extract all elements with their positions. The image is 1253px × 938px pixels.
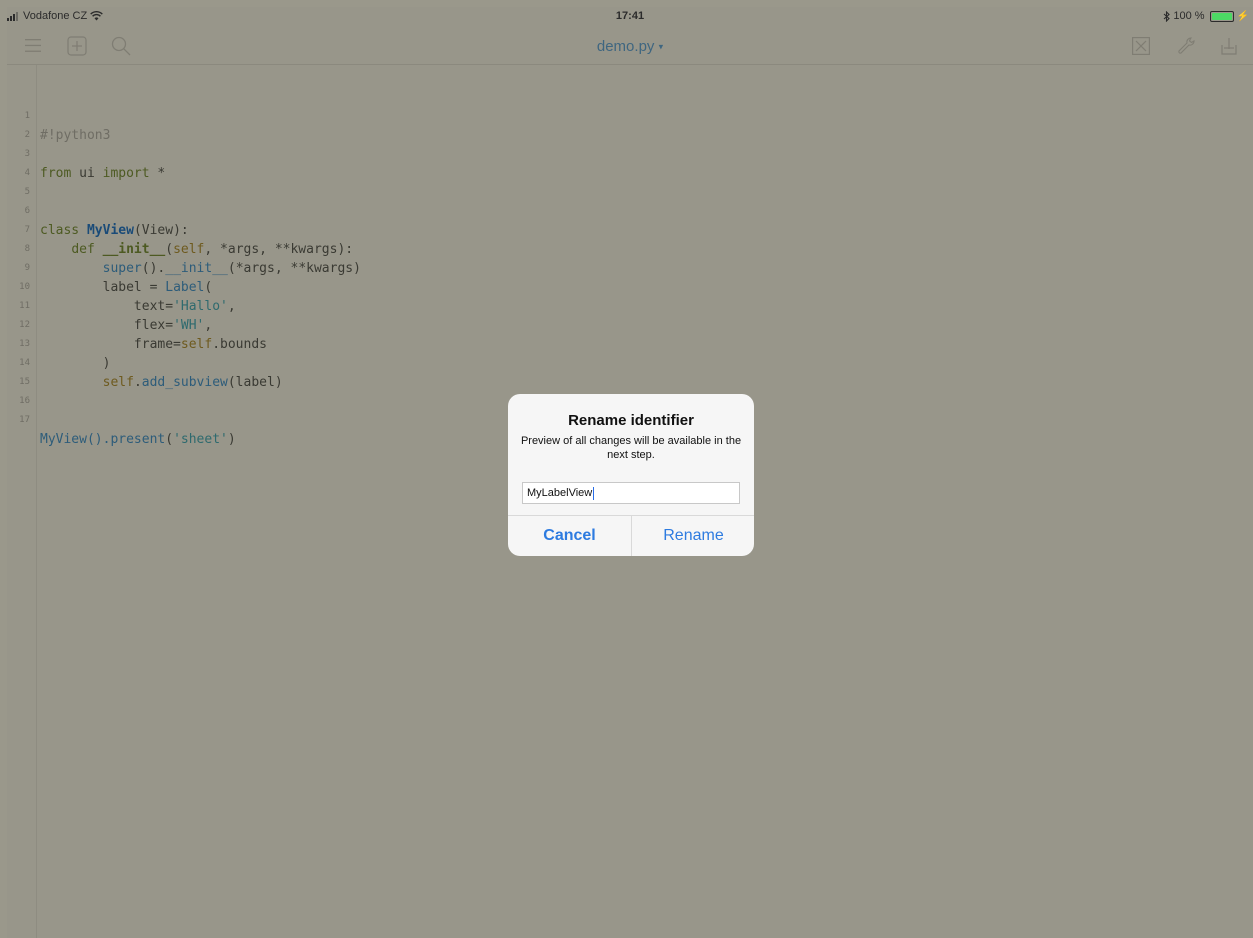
status-right: 100 % ⚡ bbox=[1163, 10, 1249, 22]
code-token: , bbox=[204, 318, 213, 333]
toolbar: demo.py ▾ bbox=[7, 27, 1253, 65]
code-token: self bbox=[173, 242, 205, 257]
code-token: def bbox=[71, 242, 103, 257]
code-token: label = bbox=[102, 280, 166, 295]
code-text: from ui import * bbox=[40, 164, 165, 183]
code-token: 'sheet' bbox=[173, 432, 228, 447]
code-token: ( bbox=[204, 280, 213, 295]
code-line: 2 bbox=[7, 107, 54, 140]
text-cursor bbox=[593, 486, 595, 500]
code-text: frame=self.bounds bbox=[40, 335, 267, 354]
code-token: MyView(). bbox=[40, 432, 111, 447]
code-line: 17 MyView().present('sheet') bbox=[7, 392, 236, 447]
charging-icon: ⚡ bbox=[1236, 10, 1249, 22]
code-line: 15 bbox=[7, 354, 54, 387]
code-token: , bbox=[227, 299, 236, 314]
code-token: . bbox=[133, 375, 142, 390]
code-text: super().__init__(*args, **kwargs) bbox=[40, 259, 361, 278]
dialog-message: Preview of all changes will be available… bbox=[520, 435, 742, 461]
identifier-input[interactable]: MyLabelView bbox=[522, 482, 740, 504]
code-token: __init__ bbox=[102, 242, 166, 257]
battery-icon bbox=[1209, 10, 1234, 22]
code-text: MyView().present('sheet') bbox=[40, 430, 236, 449]
code-token: __init__ bbox=[165, 261, 228, 276]
code-line: 9 label = Label( bbox=[7, 240, 213, 295]
code-line: 5 bbox=[7, 164, 54, 197]
code-token: ) bbox=[102, 356, 111, 371]
chevron-down-icon: ▾ bbox=[658, 41, 664, 52]
code-editor[interactable]: 1 #!python3 2 3 from ui import * 4 5 6 c… bbox=[7, 88, 361, 447]
code-token: ui bbox=[71, 166, 103, 181]
code-token: ) bbox=[227, 432, 236, 447]
code-text: label = Label( bbox=[40, 278, 213, 297]
code-token: ( bbox=[165, 242, 174, 257]
code-token: 'WH' bbox=[173, 318, 205, 333]
code-token: .bounds bbox=[212, 337, 267, 352]
close-icon[interactable] bbox=[1132, 37, 1150, 55]
code-line: 7 def __init__(self, *args, **kwargs): bbox=[7, 202, 354, 257]
rename-dialog: Rename identifier Preview of all changes… bbox=[508, 394, 754, 556]
code-token: (). bbox=[141, 261, 166, 276]
battery-percent: 100 % bbox=[1173, 10, 1205, 22]
cancel-button[interactable]: Cancel bbox=[508, 516, 631, 556]
code-token: text= bbox=[133, 299, 174, 314]
code-text: flex='WH', bbox=[40, 316, 212, 335]
file-title[interactable]: demo.py ▾ bbox=[7, 38, 1253, 55]
code-line: 11 flex='WH', bbox=[7, 278, 212, 333]
code-line: 1 #!python3 bbox=[7, 88, 111, 143]
code-line: 4 bbox=[7, 145, 54, 178]
code-token: 'Hallo' bbox=[173, 299, 228, 314]
code-line: 14 self.add_subview(label) bbox=[7, 335, 283, 390]
wrench-icon[interactable] bbox=[1177, 36, 1195, 56]
bluetooth-icon bbox=[1163, 10, 1171, 22]
code-line: 3 from ui import * bbox=[7, 126, 166, 181]
code-token: MyView bbox=[86, 223, 134, 238]
code-token: ( bbox=[165, 432, 174, 447]
code-line: 13 ) bbox=[7, 316, 110, 371]
code-token: add_subview bbox=[141, 375, 228, 390]
clock: 17:41 bbox=[615, 10, 645, 22]
code-line: 10 text='Hallo', bbox=[7, 259, 236, 314]
code-text: self.add_subview(label) bbox=[40, 373, 283, 392]
dialog-title: Rename identifier bbox=[568, 412, 694, 429]
app-window: Vodafone CZ 17:41 100 % ⚡ demo.py ▾ 1 #!… bbox=[7, 7, 1253, 938]
code-line: 6 class MyView(View): bbox=[7, 183, 189, 238]
code-token: import bbox=[102, 166, 150, 181]
code-text: def __init__(self, *args, **kwargs): bbox=[40, 240, 353, 259]
line-number: 17 bbox=[19, 415, 30, 425]
identifier-input-value: MyLabelView bbox=[527, 487, 593, 499]
code-token: self bbox=[180, 337, 213, 352]
code-line: 12 frame=self.bounds bbox=[7, 297, 267, 352]
code-token: Label bbox=[165, 280, 205, 295]
code-token: (View): bbox=[133, 223, 189, 238]
code-line: 8 super().__init__(*args, **kwargs) bbox=[7, 221, 361, 276]
code-text: class MyView(View): bbox=[40, 221, 189, 240]
code-text: text='Hallo', bbox=[40, 297, 236, 316]
rename-button[interactable]: Rename bbox=[632, 516, 754, 556]
code-token: , *args, **kwargs): bbox=[204, 242, 354, 257]
code-token: (*args, **kwargs) bbox=[227, 261, 361, 276]
code-token: frame= bbox=[133, 337, 181, 352]
code-token: flex= bbox=[133, 318, 174, 333]
share-icon[interactable] bbox=[1219, 36, 1239, 56]
code-line: 16 bbox=[7, 373, 54, 406]
code-token: present bbox=[110, 432, 166, 447]
code-token: (label) bbox=[227, 375, 283, 390]
code-token: super bbox=[102, 261, 142, 276]
code-token: * bbox=[149, 166, 166, 181]
status-bar: Vodafone CZ 17:41 100 % ⚡ bbox=[7, 7, 1253, 27]
code-token: self bbox=[102, 375, 134, 390]
file-name: demo.py bbox=[596, 38, 655, 55]
